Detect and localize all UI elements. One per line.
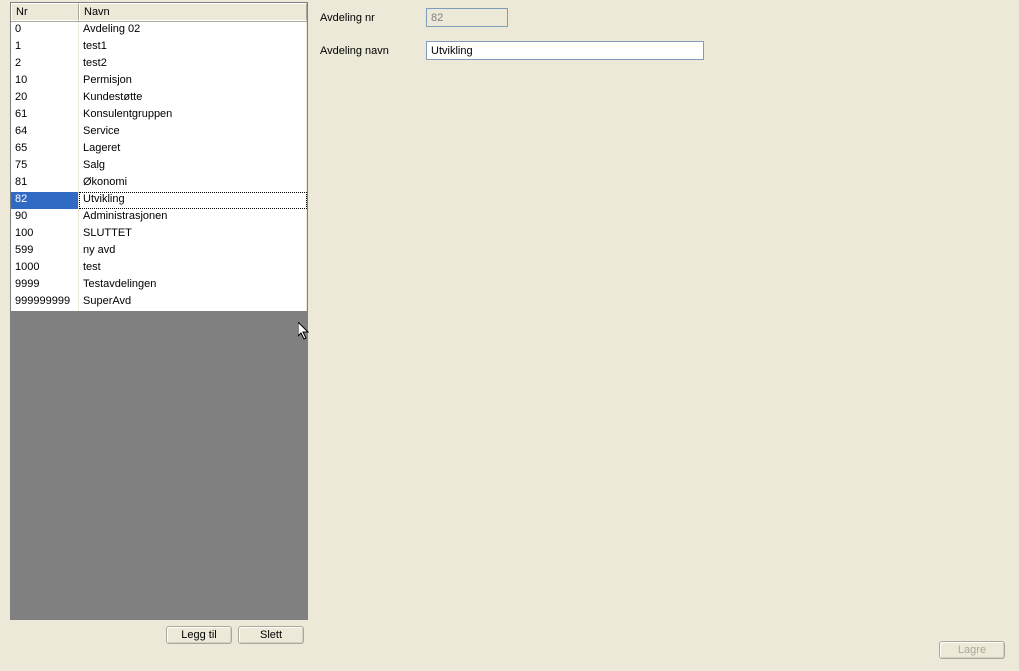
label-department-navn: Avdeling navn <box>320 45 426 57</box>
right-panel: Avdeling nr Avdeling navn Lagre <box>308 0 1019 671</box>
cell-nr: 1000 <box>11 260 79 277</box>
cell-navn: Kundestøtte <box>79 90 307 107</box>
cell-nr: 999999999 <box>11 294 79 311</box>
cell-navn: Permisjon <box>79 73 307 90</box>
delete-button[interactable]: Slett <box>238 626 304 644</box>
cell-nr: 0 <box>11 22 79 39</box>
cell-navn: Lageret <box>79 141 307 158</box>
add-button[interactable]: Legg til <box>166 626 232 644</box>
table-row[interactable]: 1000test <box>11 260 307 277</box>
cell-navn: SLUTTET <box>79 226 307 243</box>
table-row[interactable]: 64Service <box>11 124 307 141</box>
table-row[interactable]: 9999Testavdelingen <box>11 277 307 294</box>
table-body[interactable]: 0Avdeling 021test12test210Permisjon20Kun… <box>11 22 307 619</box>
table-header: Nr Navn <box>11 3 307 22</box>
cell-nr: 9999 <box>11 277 79 294</box>
main-container: Nr Navn 0Avdeling 021test12test210Permis… <box>0 0 1019 671</box>
cell-navn: Utvikling <box>79 192 307 209</box>
cell-nr: 20 <box>11 90 79 107</box>
cell-nr: 61 <box>11 107 79 124</box>
cell-nr: 599 <box>11 243 79 260</box>
column-header-nr[interactable]: Nr <box>11 3 79 21</box>
table-row[interactable]: 90Administrasjonen <box>11 209 307 226</box>
cell-nr: 10 <box>11 73 79 90</box>
cell-navn: Administrasjonen <box>79 209 307 226</box>
table-row[interactable]: 61Konsulentgruppen <box>11 107 307 124</box>
table-row[interactable]: 100SLUTTET <box>11 226 307 243</box>
form-row-nr: Avdeling nr <box>320 8 1007 27</box>
table-row[interactable]: 999999999SuperAvd <box>11 294 307 311</box>
cell-navn: ny avd <box>79 243 307 260</box>
cell-nr: 75 <box>11 158 79 175</box>
cell-nr: 90 <box>11 209 79 226</box>
cell-navn: test <box>79 260 307 277</box>
table-row[interactable]: 0Avdeling 02 <box>11 22 307 39</box>
cell-navn: Økonomi <box>79 175 307 192</box>
column-header-navn[interactable]: Navn <box>79 3 307 21</box>
table-row[interactable]: 1test1 <box>11 39 307 56</box>
cell-nr: 1 <box>11 39 79 56</box>
cell-nr: 100 <box>11 226 79 243</box>
table-button-row: Legg til Slett <box>10 620 308 646</box>
cell-navn: test1 <box>79 39 307 56</box>
cell-navn: Salg <box>79 158 307 175</box>
save-button: Lagre <box>939 641 1005 659</box>
save-button-wrapper: Lagre <box>939 641 1005 659</box>
table-row[interactable]: 10Permisjon <box>11 73 307 90</box>
table-row[interactable]: 65Lageret <box>11 141 307 158</box>
cell-nr: 81 <box>11 175 79 192</box>
form-row-navn: Avdeling navn <box>320 41 1007 60</box>
cell-navn: SuperAvd <box>79 294 307 311</box>
table-row[interactable]: 81Økonomi <box>11 175 307 192</box>
table-row[interactable]: 2test2 <box>11 56 307 73</box>
table-row[interactable]: 82Utvikling <box>11 192 307 209</box>
table-row[interactable]: 20Kundestøtte <box>11 90 307 107</box>
department-navn-field[interactable] <box>426 41 704 60</box>
label-department-nr: Avdeling nr <box>320 12 426 24</box>
cell-nr: 82 <box>11 192 79 209</box>
cell-nr: 64 <box>11 124 79 141</box>
cell-navn: Testavdelingen <box>79 277 307 294</box>
cell-navn: Service <box>79 124 307 141</box>
left-panel: Nr Navn 0Avdeling 021test12test210Permis… <box>0 0 308 671</box>
cell-navn: Avdeling 02 <box>79 22 307 39</box>
cell-nr: 2 <box>11 56 79 73</box>
table-row[interactable]: 599ny avd <box>11 243 307 260</box>
department-nr-field <box>426 8 508 27</box>
cell-navn: test2 <box>79 56 307 73</box>
cell-nr: 65 <box>11 141 79 158</box>
cell-navn: Konsulentgruppen <box>79 107 307 124</box>
department-table: Nr Navn 0Avdeling 021test12test210Permis… <box>10 2 308 620</box>
table-row[interactable]: 75Salg <box>11 158 307 175</box>
